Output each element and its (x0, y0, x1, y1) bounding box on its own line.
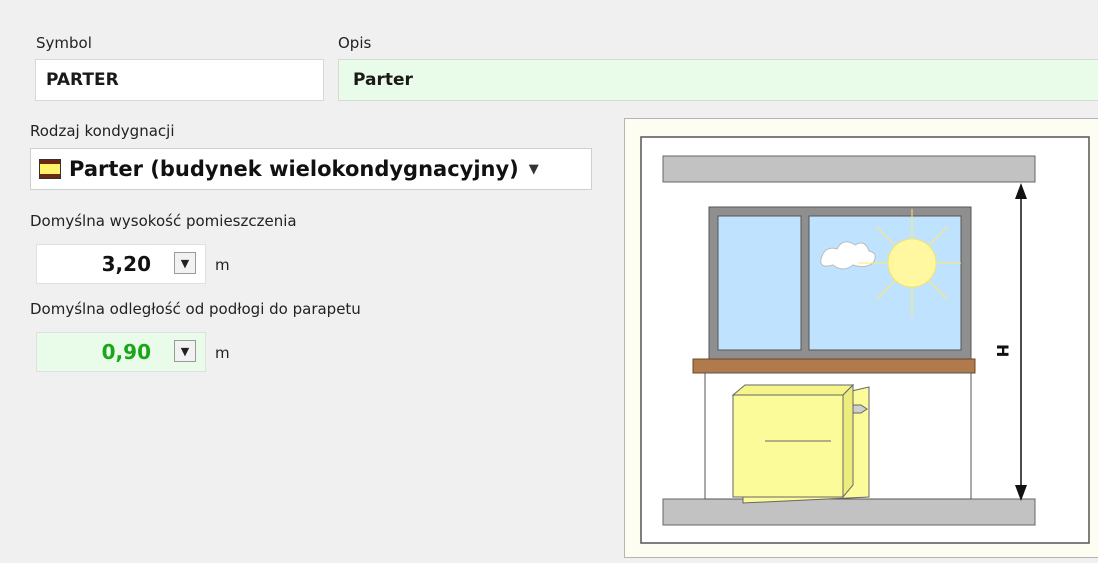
window-sill-illustration: H (640, 136, 1090, 544)
floor-type-icon (39, 159, 61, 179)
chevron-down-icon: ▼ (528, 161, 539, 177)
window-sill (692, 358, 976, 374)
storey-type-value: Parter (budynek wielokondygnacyjny) (69, 157, 519, 181)
sill-height-label: Domyślna odległość od podłogi do parapet… (30, 300, 361, 318)
storey-type-label: Rodzaj kondygnacji (30, 122, 175, 140)
radiator-body (732, 394, 844, 498)
room-height-dropdown-button[interactable]: ▼ (174, 252, 196, 274)
sill-height-unit: m (215, 344, 230, 362)
window-pane-left (717, 215, 802, 351)
symbol-value: PARTER (46, 70, 119, 90)
sill-height-dropdown-button[interactable]: ▼ (174, 340, 196, 362)
storey-type-select[interactable]: Parter (budynek wielokondygnacyjny) ▼ (30, 148, 592, 190)
window-sill-diagram: H (624, 118, 1098, 558)
room-height-value: 3,20 (101, 252, 151, 276)
ceiling-slab (662, 155, 1036, 183)
room-height-label: Domyślna wysokość pomieszczenia (30, 212, 297, 230)
symbol-input[interactable]: PARTER (35, 59, 324, 101)
description-label: Opis (338, 34, 372, 52)
description-value: Parter (353, 70, 413, 90)
sill-height-value: 0,90 (101, 340, 151, 364)
dimension-label: H (993, 344, 1012, 357)
chevron-down-icon: ▼ (180, 256, 190, 270)
chevron-down-icon: ▼ (180, 344, 190, 358)
floor-slab (662, 498, 1036, 526)
room-height-unit: m (215, 256, 230, 274)
description-input[interactable]: Parter (338, 59, 1098, 101)
symbol-label: Symbol (36, 34, 92, 52)
